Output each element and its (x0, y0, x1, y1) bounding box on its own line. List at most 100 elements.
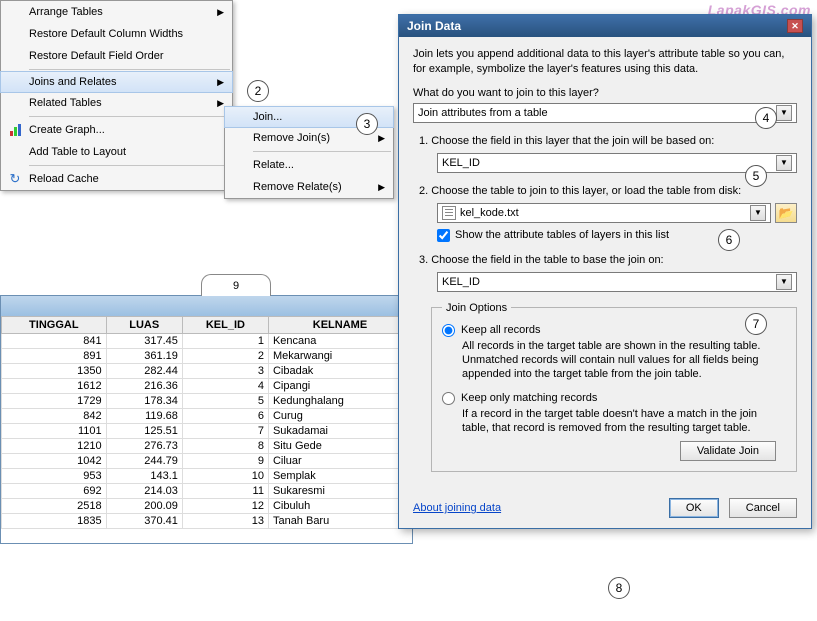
cell[interactable]: Sukaresmi (268, 484, 411, 499)
cell[interactable]: 12 (182, 499, 268, 514)
menu-create-graph[interactable]: Create Graph... (1, 119, 232, 141)
cell[interactable]: 3 (182, 364, 268, 379)
chevron-down-icon[interactable]: ▼ (750, 205, 766, 221)
menu-arrange-tables[interactable]: Arrange Tables ▶ (1, 1, 232, 23)
close-icon[interactable]: ✕ (787, 19, 803, 33)
cell[interactable]: 841 (2, 334, 107, 349)
cell[interactable]: Cibadak (268, 364, 411, 379)
cell[interactable]: Sukadamai (268, 424, 411, 439)
table-row[interactable]: 1210276.738Situ Gede (2, 439, 412, 454)
table-row[interactable]: 2518200.0912Cibuluh (2, 499, 412, 514)
step3-field-combo[interactable]: KEL_ID ▼ (437, 272, 797, 292)
cell[interactable]: 10 (182, 469, 268, 484)
step2-table-combo[interactable]: kel_kode.txt ▼ (437, 203, 771, 223)
table-row[interactable]: 1612216.364Cipangi (2, 379, 412, 394)
cell[interactable]: Cibuluh (268, 499, 411, 514)
cell[interactable]: 8 (182, 439, 268, 454)
cell[interactable]: Tanah Baru (268, 514, 411, 529)
menu-related-tables[interactable]: Related Tables ▶ (1, 92, 232, 114)
cell[interactable]: 1350 (2, 364, 107, 379)
cell[interactable]: Semplak (268, 469, 411, 484)
keep-all-radio[interactable] (442, 324, 455, 337)
cell[interactable]: Ciluar (268, 454, 411, 469)
table-row[interactable]: 1729178.345Kedunghalang (2, 394, 412, 409)
table-row[interactable]: 1350282.443Cibadak (2, 364, 412, 379)
cell[interactable]: 119.68 (106, 409, 182, 424)
cell[interactable]: 9 (182, 454, 268, 469)
cell[interactable]: 6 (182, 409, 268, 424)
cell[interactable]: 13 (182, 514, 268, 529)
submenu-relate[interactable]: Relate... (225, 154, 393, 176)
cell[interactable]: 842 (2, 409, 107, 424)
menu-restore-col-widths[interactable]: Restore Default Column Widths (1, 23, 232, 45)
show-attribute-tables-checkbox[interactable] (437, 229, 450, 242)
column-header[interactable]: TINGGAL (2, 317, 107, 334)
cell[interactable]: 7 (182, 424, 268, 439)
cell[interactable]: 1835 (2, 514, 107, 529)
column-header[interactable]: KEL_ID (182, 317, 268, 334)
cell[interactable]: 2 (182, 349, 268, 364)
cell[interactable]: 4 (182, 379, 268, 394)
cell[interactable]: 282.44 (106, 364, 182, 379)
cell[interactable]: 143.1 (106, 469, 182, 484)
cell[interactable]: Kedunghalang (268, 394, 411, 409)
chevron-right-icon: ▶ (217, 7, 224, 18)
cell[interactable]: 692 (2, 484, 107, 499)
table-row[interactable]: 692214.0311Sukaresmi (2, 484, 412, 499)
cell[interactable]: 953 (2, 469, 107, 484)
table-row[interactable]: 841317.451Kencana (2, 334, 412, 349)
table-titlebar[interactable]: ✕ (1, 296, 412, 316)
cell[interactable]: 244.79 (106, 454, 182, 469)
cell[interactable]: 2518 (2, 499, 107, 514)
table-row[interactable]: 953143.110Semplak (2, 469, 412, 484)
cell[interactable]: 1729 (2, 394, 107, 409)
validate-join-button[interactable]: Validate Join (680, 441, 776, 461)
menu-add-table-to-layout[interactable]: Add Table to Layout (1, 141, 232, 163)
cell[interactable]: 1210 (2, 439, 107, 454)
cell[interactable]: 200.09 (106, 499, 182, 514)
cell[interactable]: Kencana (268, 334, 411, 349)
cell[interactable]: 214.03 (106, 484, 182, 499)
menu-joins-and-relates[interactable]: Joins and Relates ▶ (0, 71, 233, 93)
dialog-titlebar[interactable]: Join Data ✕ (399, 15, 811, 37)
table-row[interactable]: 891361.192Mekarwangi (2, 349, 412, 364)
chevron-down-icon[interactable]: ▼ (776, 155, 792, 171)
ok-button[interactable]: OK (669, 498, 719, 518)
cell[interactable]: 5 (182, 394, 268, 409)
chevron-down-icon[interactable]: ▼ (776, 274, 792, 290)
cell[interactable]: Mekarwangi (268, 349, 411, 364)
submenu-remove-relates[interactable]: Remove Relate(s) ▶ (225, 176, 393, 198)
cell[interactable]: 1 (182, 334, 268, 349)
column-header[interactable]: LUAS (106, 317, 182, 334)
table-row[interactable]: 1835370.4113Tanah Baru (2, 514, 412, 529)
chevron-down-icon[interactable]: ▼ (776, 105, 792, 121)
column-header[interactable]: KELNAME (268, 317, 411, 334)
table-row[interactable]: 1101125.517Sukadamai (2, 424, 412, 439)
cell[interactable]: 11 (182, 484, 268, 499)
cell[interactable]: 1101 (2, 424, 107, 439)
open-file-button[interactable]: 📂 (775, 203, 797, 223)
cell[interactable]: Cipangi (268, 379, 411, 394)
table-row[interactable]: 1042244.799Ciluar (2, 454, 412, 469)
cell[interactable]: Situ Gede (268, 439, 411, 454)
step1-field-combo[interactable]: KEL_ID ▼ (437, 153, 797, 173)
cell[interactable]: 276.73 (106, 439, 182, 454)
cell[interactable]: 361.19 (106, 349, 182, 364)
cell[interactable]: 125.51 (106, 424, 182, 439)
menu-restore-field-order[interactable]: Restore Default Field Order (1, 45, 232, 67)
cell[interactable]: 178.34 (106, 394, 182, 409)
cell[interactable]: 1612 (2, 379, 107, 394)
cell[interactable]: 216.36 (106, 379, 182, 394)
about-joining-link[interactable]: About joining data (413, 502, 501, 514)
menu-reload-cache[interactable]: ↻ Reload Cache (1, 168, 232, 190)
table-row[interactable]: 842119.686Curug (2, 409, 412, 424)
join-type-combo[interactable]: Join attributes from a table ▼ (413, 103, 797, 123)
cell[interactable]: 891 (2, 349, 107, 364)
attribute-grid[interactable]: TINGGALLUASKEL_IDKELNAME 841317.451Kenca… (1, 316, 412, 529)
keep-matching-radio[interactable] (442, 392, 455, 405)
cancel-button[interactable]: Cancel (729, 498, 797, 518)
cell[interactable]: 317.45 (106, 334, 182, 349)
cell[interactable]: 1042 (2, 454, 107, 469)
cell[interactable]: 370.41 (106, 514, 182, 529)
cell[interactable]: Curug (268, 409, 411, 424)
